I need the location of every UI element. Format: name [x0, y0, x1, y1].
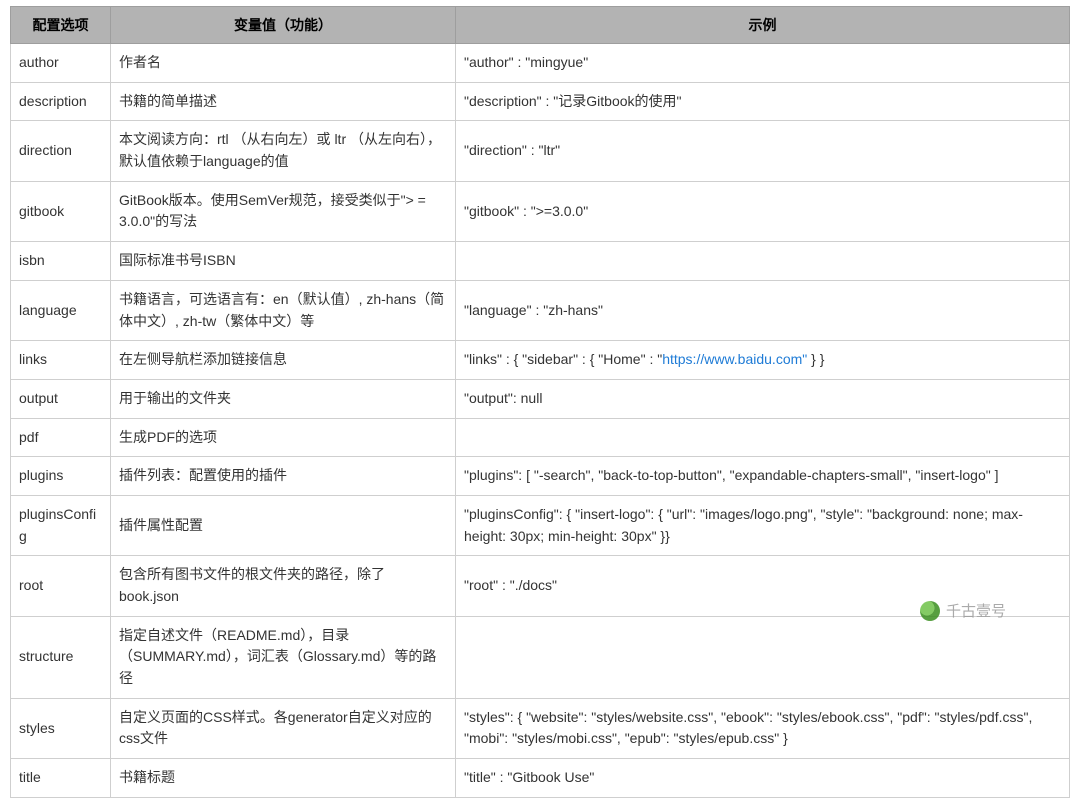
example-text: "description" : "记录Gitbook的使用" [464, 93, 682, 109]
table-row: structure指定自述文件（README.md），目录（SUMMARY.md… [11, 616, 1070, 698]
cell-option: root [11, 556, 111, 616]
table-row: gitbookGitBook版本。使用SemVer规范，接受类似于"> = 3.… [11, 181, 1070, 241]
cell-option: structure [11, 616, 111, 698]
cell-value: 自定义页面的CSS样式。各generator自定义对应的css文件 [111, 698, 456, 758]
config-options-table: 配置选项 变量值（功能） 示例 author作者名 "author" : "min… [10, 6, 1070, 798]
table-row: isbn国际标准书号ISBN [11, 242, 1070, 281]
example-link[interactable]: https://www.baidu.com" [662, 351, 807, 367]
example-text: "styles": { "website": "styles/website.c… [464, 709, 1032, 747]
cell-value: 书籍的简单描述 [111, 82, 456, 121]
table-row: plugins插件列表：配置使用的插件 "plugins": [ "-search… [11, 457, 1070, 496]
example-text: } } [807, 351, 824, 367]
cell-option: output [11, 379, 111, 418]
example-text: "direction" : "ltr" [464, 142, 560, 158]
cell-example [456, 418, 1070, 457]
table-row: links在左侧导航栏添加链接信息"links" : { "sidebar" :… [11, 341, 1070, 380]
cell-example: "output": null [456, 379, 1070, 418]
cell-example: "language" : "zh-hans" [456, 280, 1070, 340]
cell-option: description [11, 82, 111, 121]
cell-option: title [11, 759, 111, 798]
example-text: "links" : { "sidebar" : { "Home" : " [464, 351, 662, 367]
cell-example: "direction" : "ltr" [456, 121, 1070, 181]
cell-example: "description" : "记录Gitbook的使用" [456, 82, 1070, 121]
cell-value: 作者名 [111, 44, 456, 83]
table-row: language书籍语言，可选语言有：en（默认值）, zh-hans（简体中文… [11, 280, 1070, 340]
cell-example: "gitbook" : ">=3.0.0" [456, 181, 1070, 241]
table-row: direction本文阅读方向：rtl （从右向左）或 ltr （从左向右），默… [11, 121, 1070, 181]
cell-value: 包含所有图书文件的根文件夹的路径，除了 book.json [111, 556, 456, 616]
cell-option: direction [11, 121, 111, 181]
cell-value: 用于输出的文件夹 [111, 379, 456, 418]
cell-value: 插件列表：配置使用的插件 [111, 457, 456, 496]
table-row: pluginsConfig插件属性配置"pluginsConfig": { "i… [11, 495, 1070, 555]
example-text: "author" : "mingyue" [464, 54, 588, 70]
col-header-value: 变量值（功能） [111, 7, 456, 44]
example-text: "gitbook" : ">=3.0.0" [464, 203, 588, 219]
table-row: output用于输出的文件夹 "output": null [11, 379, 1070, 418]
cell-example: "pluginsConfig": { "insert-logo": { "url… [456, 495, 1070, 555]
cell-option: isbn [11, 242, 111, 281]
cell-value: 在左侧导航栏添加链接信息 [111, 341, 456, 380]
table-row: author作者名 "author" : "mingyue" [11, 44, 1070, 83]
cell-value: GitBook版本。使用SemVer规范，接受类似于"> = 3.0.0"的写法 [111, 181, 456, 241]
cell-value: 生成PDF的选项 [111, 418, 456, 457]
table-row: root包含所有图书文件的根文件夹的路径，除了 book.json "root" … [11, 556, 1070, 616]
cell-option: language [11, 280, 111, 340]
cell-value: 指定自述文件（README.md），目录（SUMMARY.md），词汇表（Glo… [111, 616, 456, 698]
cell-example: "plugins": [ "-search", "back-to-top-but… [456, 457, 1070, 496]
table-row: title书籍标题 "title" : "Gitbook Use" [11, 759, 1070, 798]
example-text: "title" : "Gitbook Use" [464, 769, 594, 785]
table-header-row: 配置选项 变量值（功能） 示例 [11, 7, 1070, 44]
cell-example: "title" : "Gitbook Use" [456, 759, 1070, 798]
cell-example [456, 616, 1070, 698]
cell-example [456, 242, 1070, 281]
cell-example: "root" : "./docs" [456, 556, 1070, 616]
cell-option: plugins [11, 457, 111, 496]
cell-value: 本文阅读方向：rtl （从右向左）或 ltr （从左向右），默认值依赖于lang… [111, 121, 456, 181]
col-header-option: 配置选项 [11, 7, 111, 44]
col-header-example: 示例 [456, 7, 1070, 44]
example-text: "output": null [464, 390, 542, 406]
cell-option: pdf [11, 418, 111, 457]
cell-option: gitbook [11, 181, 111, 241]
example-text: "pluginsConfig": { "insert-logo": { "url… [464, 506, 1023, 544]
cell-option: author [11, 44, 111, 83]
cell-example: "author" : "mingyue" [456, 44, 1070, 83]
example-text: "plugins": [ "-search", "back-to-top-but… [464, 467, 999, 483]
cell-option: pluginsConfig [11, 495, 111, 555]
cell-example: "styles": { "website": "styles/website.c… [456, 698, 1070, 758]
table-row: styles自定义页面的CSS样式。各generator自定义对应的css文件"… [11, 698, 1070, 758]
table-row: pdf生成PDF的选项 [11, 418, 1070, 457]
cell-example: "links" : { "sidebar" : { "Home" : "http… [456, 341, 1070, 380]
cell-value: 书籍标题 [111, 759, 456, 798]
cell-value: 插件属性配置 [111, 495, 456, 555]
table-row: description书籍的简单描述 "description" : "记录Git… [11, 82, 1070, 121]
example-text: "language" : "zh-hans" [464, 302, 603, 318]
cell-option: links [11, 341, 111, 380]
cell-option: styles [11, 698, 111, 758]
cell-value: 书籍语言，可选语言有：en（默认值）, zh-hans（简体中文）, zh-tw… [111, 280, 456, 340]
example-text: "root" : "./docs" [464, 577, 557, 593]
cell-value: 国际标准书号ISBN [111, 242, 456, 281]
